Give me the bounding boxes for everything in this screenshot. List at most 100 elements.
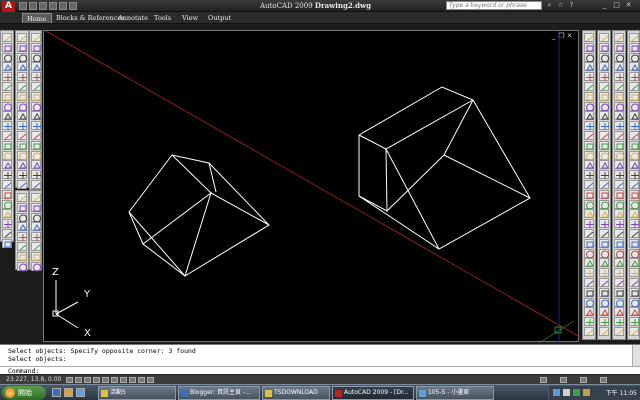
tool-button[interactable] (629, 42, 639, 52)
draw-tool-button[interactable] (2, 209, 12, 219)
tool-button[interactable] (629, 170, 639, 180)
modify-tool-button[interactable] (17, 42, 27, 52)
draw-tool-button[interactable] (2, 82, 12, 91)
viewport-restore-icon[interactable]: ❐ (558, 33, 565, 40)
snap-tool-button[interactable] (31, 170, 41, 180)
snap-tool-button[interactable] (31, 140, 41, 150)
start-button[interactable]: 開始 (2, 386, 46, 400)
tool-button[interactable] (599, 101, 610, 112)
modify-tool-button[interactable] (17, 72, 27, 82)
workspace-switch-icon[interactable] (560, 377, 567, 383)
clean-screen-icon[interactable] (600, 377, 607, 383)
view-tool-button[interactable] (31, 202, 41, 212)
draw-tool-button[interactable] (2, 229, 12, 238)
tool-button[interactable] (599, 91, 609, 101)
dynamic-input-icon[interactable] (129, 377, 136, 383)
tool-button[interactable] (599, 82, 609, 91)
command-scrollbar[interactable] (632, 345, 640, 366)
communication-center-icon[interactable]: ☆ (556, 1, 565, 10)
tool-button[interactable] (614, 268, 624, 278)
modify-tool-button[interactable] (17, 82, 27, 91)
tool-button[interactable] (629, 287, 639, 297)
taskbar-item-2[interactable]: TSDOWNLOAD (262, 386, 330, 400)
tool-button[interactable] (584, 229, 594, 238)
help-search-input[interactable]: Type a keyword or phrase (446, 1, 542, 10)
snap-tool-button[interactable] (31, 91, 41, 101)
tool-button[interactable] (614, 33, 624, 42)
tool-button[interactable] (614, 229, 624, 238)
tool-button[interactable] (599, 229, 609, 238)
tab-view[interactable]: View (178, 13, 202, 23)
tool-button[interactable] (614, 111, 624, 121)
modify-tool-button[interactable] (17, 160, 27, 170)
tool-button[interactable] (599, 33, 609, 42)
tool-button[interactable] (584, 268, 594, 278)
layer-tool-button[interactable] (17, 232, 27, 242)
tool-button[interactable] (629, 121, 639, 131)
tool-button[interactable] (599, 189, 609, 199)
taskbar-item-0[interactable]: 活動5 (98, 386, 176, 400)
tool-button[interactable] (599, 248, 610, 259)
search-icon[interactable]: ⌕ (545, 1, 554, 10)
grid-mode-icon[interactable] (75, 377, 82, 383)
tool-button[interactable] (629, 258, 639, 268)
layer-tool-button[interactable] (17, 202, 27, 212)
tool-button[interactable] (584, 101, 595, 112)
tool-button[interactable] (599, 307, 609, 317)
redo-icon[interactable] (59, 2, 67, 10)
draw-tool-button[interactable] (2, 42, 12, 52)
tool-button[interactable] (629, 150, 640, 161)
desktop-quicklaunch-icon[interactable] (76, 388, 85, 397)
network-icon[interactable] (553, 389, 560, 396)
tool-button[interactable] (614, 219, 624, 229)
draw-tool-button[interactable] (2, 189, 12, 199)
snap-tool-button[interactable] (31, 111, 41, 121)
tool-button[interactable] (629, 111, 639, 121)
draw-tool-button[interactable] (2, 33, 12, 42)
modify-tool-button[interactable] (17, 33, 27, 42)
tool-button[interactable] (614, 131, 624, 140)
draw-tool-button[interactable] (2, 150, 13, 161)
tool-button[interactable] (584, 140, 594, 150)
draw-tool-button[interactable] (2, 131, 12, 140)
modify-tool-button[interactable] (17, 131, 27, 140)
tool-button[interactable] (614, 317, 624, 327)
tool-button[interactable] (614, 91, 624, 101)
object-snap-icon[interactable] (102, 377, 109, 383)
tool-button[interactable] (599, 140, 609, 150)
tool-button[interactable] (584, 189, 594, 199)
modify-tool-button[interactable] (17, 140, 27, 150)
taskbar-item-4[interactable]: 105-5 - 小畫家 (416, 386, 494, 400)
tool-button[interactable] (599, 52, 610, 63)
modify-tool-button[interactable] (17, 111, 27, 121)
tool-button[interactable] (614, 180, 624, 189)
tool-button[interactable] (599, 297, 610, 308)
autocad-logo-icon[interactable]: A (2, 1, 15, 12)
draw-tool-button[interactable] (2, 52, 13, 63)
tool-button[interactable] (584, 111, 594, 121)
draw-tool-button[interactable] (2, 91, 12, 101)
view-tool-button[interactable] (31, 212, 42, 223)
tool-button[interactable] (599, 199, 610, 210)
help-icon[interactable]: ? (567, 1, 576, 10)
ie-quicklaunch-icon[interactable] (52, 388, 61, 397)
tool-button[interactable] (599, 150, 610, 161)
tool-button[interactable] (614, 160, 624, 170)
tool-button[interactable] (599, 121, 609, 131)
tool-button[interactable] (599, 160, 609, 170)
tool-button[interactable] (614, 189, 624, 199)
tool-button[interactable] (584, 278, 594, 287)
modify-tool-button[interactable] (17, 101, 28, 112)
tool-button[interactable] (584, 209, 594, 219)
tool-button[interactable] (614, 307, 624, 317)
tool-button[interactable] (629, 219, 639, 229)
tool-button[interactable] (599, 268, 609, 278)
viewport-close-icon[interactable]: ✕ (566, 33, 573, 40)
modify-tool-button[interactable] (17, 62, 27, 72)
tool-button[interactable] (629, 189, 639, 199)
draw-tool-button[interactable] (2, 101, 13, 112)
tool-button[interactable] (629, 52, 640, 63)
modify-tool-button[interactable] (17, 150, 28, 161)
tool-button[interactable] (584, 219, 594, 229)
save-icon[interactable] (39, 2, 47, 10)
